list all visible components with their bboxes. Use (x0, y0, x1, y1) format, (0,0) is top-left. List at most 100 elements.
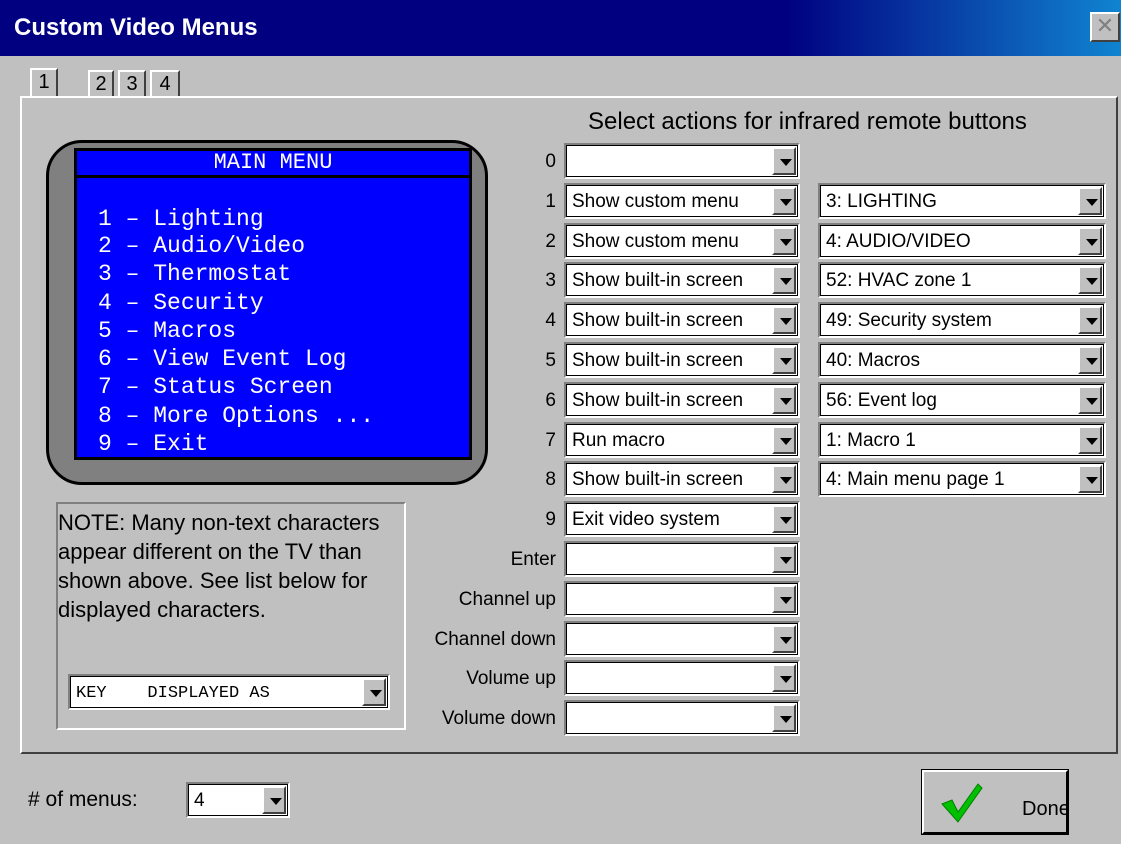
action-select[interactable]: Show custom menu (564, 223, 800, 259)
action-value: Show built-in screen (572, 310, 744, 331)
key-display-select[interactable]: KEY DISPLAYED AS (68, 674, 390, 710)
menus-count-select[interactable]: 4 (186, 782, 290, 818)
action-select[interactable]: Show built-in screen (564, 262, 800, 298)
tab-4[interactable]: 4 (150, 70, 180, 98)
chevron-down-icon[interactable] (772, 625, 796, 653)
tv-menu-line: 9 – Exit (98, 431, 209, 457)
chevron-down-icon[interactable] (772, 386, 796, 414)
chevron-down-icon[interactable] (772, 266, 796, 294)
chevron-down-icon[interactable] (1078, 306, 1102, 334)
chevron-down-icon[interactable] (772, 187, 796, 215)
action-value: Show custom menu (572, 231, 739, 252)
remote-button-label: 2 (545, 231, 556, 252)
key-display-value: KEY DISPLAYED AS (76, 684, 270, 703)
remote-button-label: Channel down (434, 629, 556, 650)
chevron-down-icon[interactable] (1078, 386, 1102, 414)
action-value: Show custom menu (572, 191, 739, 212)
close-icon[interactable]: ✕ (1090, 12, 1120, 42)
remote-button-label: 7 (545, 430, 556, 451)
remote-button-label: 0 (545, 151, 556, 172)
chevron-down-icon[interactable] (772, 227, 796, 255)
remote-button-label: Channel up (458, 589, 556, 610)
menus-count-value: 4 (194, 790, 205, 811)
tab-1[interactable]: 1 (30, 68, 58, 98)
chevron-down-icon[interactable] (1078, 187, 1102, 215)
target-select[interactable]: 52: HVAC zone 1 (818, 262, 1106, 298)
note-text: NOTE: Many non-text characters appear di… (58, 510, 380, 622)
chevron-down-icon[interactable] (772, 585, 796, 613)
target-select[interactable]: 4: Main menu page 1 (818, 461, 1106, 497)
target-value: 49: Security system (826, 310, 992, 331)
chevron-down-icon[interactable] (1078, 465, 1102, 493)
action-value: Run macro (572, 430, 665, 451)
remote-button-label: 5 (545, 350, 556, 371)
target-select[interactable]: 56: Event log (818, 382, 1106, 418)
action-select[interactable] (564, 541, 800, 577)
target-select[interactable]: 4: AUDIO/VIDEO (818, 223, 1106, 259)
action-value: Show built-in screen (572, 270, 744, 291)
tv-menu-line: 1 – Lighting (98, 206, 264, 232)
action-select[interactable]: Show built-in screen (564, 302, 800, 338)
chevron-down-icon[interactable] (1078, 266, 1102, 294)
action-select[interactable] (564, 581, 800, 617)
tv-menu-line: 8 – More Options ... (98, 403, 375, 429)
chevron-down-icon[interactable] (772, 545, 796, 573)
remote-button-label: 1 (545, 191, 556, 212)
target-value: 56: Event log (826, 390, 937, 411)
target-value: 52: HVAC zone 1 (826, 270, 972, 291)
action-select[interactable]: Show built-in screen (564, 461, 800, 497)
remote-button-label: 8 (545, 469, 556, 490)
tv-menu-line: 5 – Macros (98, 318, 237, 344)
action-select[interactable] (564, 660, 800, 696)
chevron-down-icon[interactable] (772, 704, 796, 732)
chevron-down-icon[interactable] (1078, 426, 1102, 454)
chevron-down-icon[interactable] (1078, 346, 1102, 374)
tv-menu-line: 6 – View Event Log (98, 346, 347, 372)
chevron-down-icon[interactable] (1078, 227, 1102, 255)
chevron-down-icon[interactable] (772, 306, 796, 334)
tv-menu-line: 7 – Status Screen (98, 374, 333, 400)
action-value: Show built-in screen (572, 350, 744, 371)
done-button-label: Done (1022, 798, 1070, 820)
action-select[interactable]: Exit video system (564, 501, 800, 537)
chevron-down-icon[interactable] (772, 664, 796, 692)
action-select[interactable] (564, 700, 800, 736)
remote-button-label: 6 (545, 390, 556, 411)
tab-3[interactable]: 3 (118, 70, 146, 98)
action-select[interactable]: Show built-in screen (564, 342, 800, 378)
chevron-down-icon[interactable] (772, 346, 796, 374)
action-value: Show built-in screen (572, 469, 744, 490)
target-select[interactable]: 49: Security system (818, 302, 1106, 338)
target-value: 40: Macros (826, 350, 920, 371)
menus-count-label: # of menus: (28, 788, 138, 811)
target-select[interactable]: 1: Macro 1 (818, 422, 1106, 458)
chevron-down-icon[interactable] (262, 786, 286, 814)
target-value: 4: Main menu page 1 (826, 469, 1005, 490)
chevron-down-icon[interactable] (772, 147, 796, 175)
target-select[interactable]: 40: Macros (818, 342, 1106, 378)
tv-menu-line: 3 – Thermostat (98, 261, 292, 287)
target-value: 3: LIGHTING (826, 191, 937, 212)
remote-button-label: Volume up (466, 668, 556, 689)
chevron-down-icon[interactable] (362, 678, 386, 706)
action-select[interactable] (564, 621, 800, 657)
remote-button-label: 9 (545, 509, 556, 530)
tv-menu-title: MAIN MENU (74, 148, 472, 178)
target-select[interactable]: 3: LIGHTING (818, 183, 1106, 219)
action-select[interactable]: Show custom menu (564, 183, 800, 219)
remote-buttons-heading: Select actions for infrared remote butto… (588, 108, 1027, 135)
target-value: 1: Macro 1 (826, 430, 916, 451)
action-select[interactable] (564, 143, 800, 179)
chevron-down-icon[interactable] (772, 465, 796, 493)
remote-button-label: Enter (510, 549, 556, 570)
window-title: Custom Video Menus (14, 14, 258, 41)
chevron-down-icon[interactable] (772, 505, 796, 533)
tab-2[interactable]: 2 (88, 70, 114, 98)
target-value: 4: AUDIO/VIDEO (826, 231, 971, 252)
tv-menu-line: 2 – Audio/Video (98, 233, 306, 259)
action-select[interactable]: Run macro (564, 422, 800, 458)
chevron-down-icon[interactable] (772, 426, 796, 454)
action-select[interactable]: Show built-in screen (564, 382, 800, 418)
green-checkmark-icon (941, 783, 983, 823)
remote-button-label: 3 (545, 270, 556, 291)
